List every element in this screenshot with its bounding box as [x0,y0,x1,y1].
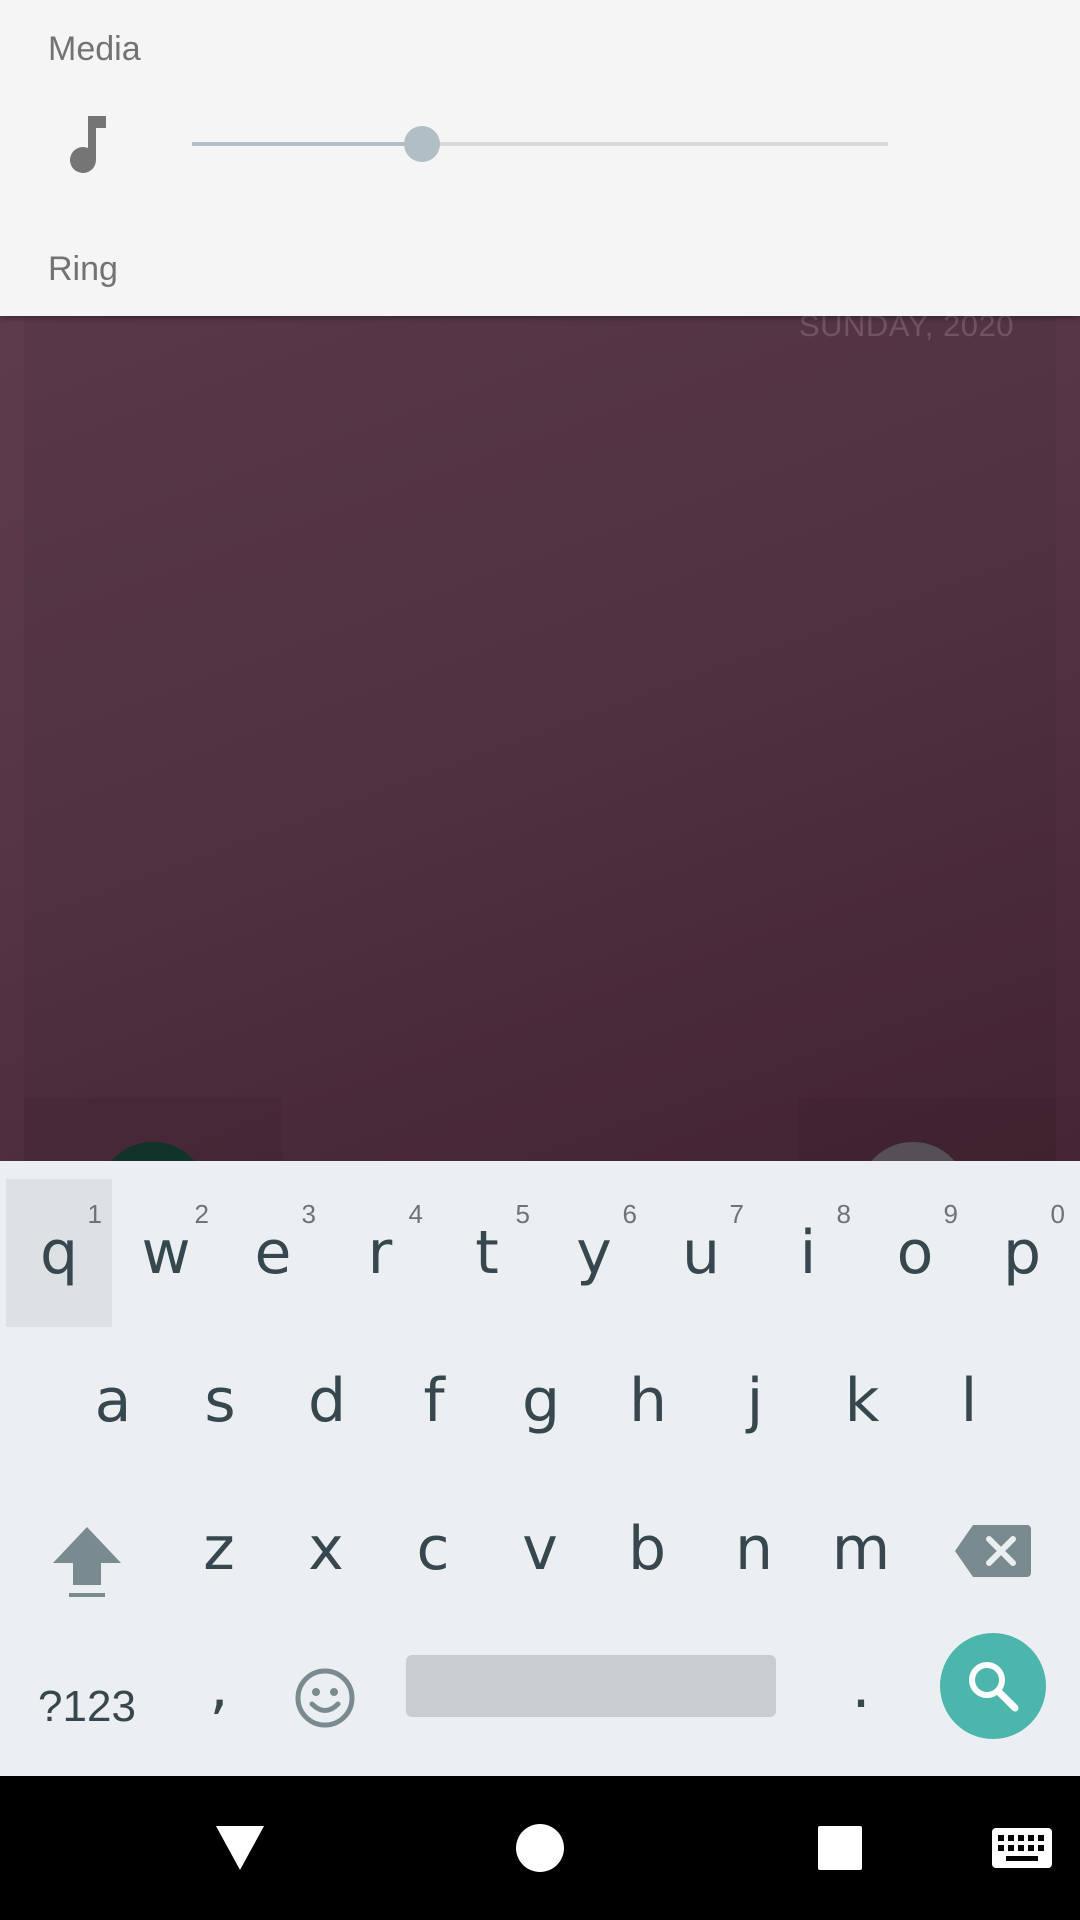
key-w[interactable]: 2w [113,1179,219,1327]
search-key[interactable] [940,1633,1046,1739]
recents-button[interactable] [804,1812,876,1884]
period-key[interactable]: . [808,1623,914,1771]
key-label: n [734,1514,774,1584]
key-label: j [746,1366,764,1436]
key-g[interactable]: g [488,1327,594,1475]
key-label: e [254,1218,292,1288]
backspace-icon [955,1525,1031,1577]
key-label: k [844,1366,880,1436]
keyboard: 1q2w3e4r5t6y7u8i9o0p a s d f gh j k l z x c vbnm ?… [0,1161,1080,1776]
key-e[interactable]: 3e [220,1179,326,1327]
key-label: y [576,1218,612,1288]
slider-thumb[interactable] [403,126,440,162]
key-c[interactable]: c [380,1475,486,1623]
key-r[interactable]: 4r [327,1179,433,1327]
key-x[interactable]: x [273,1475,379,1623]
date-text: SUNDAY, 2020 [798,316,1014,343]
navigation-bar [0,1776,1080,1920]
key-label: d [307,1366,347,1436]
key-h[interactable]: h [595,1327,701,1475]
key-label: t [475,1218,499,1288]
shift-key[interactable] [34,1475,140,1623]
key-b[interactable]: b [594,1475,700,1623]
shift-icon [53,1527,121,1597]
key-l[interactable]: l [916,1327,1022,1475]
background-left-action [24,1098,282,1161]
key-q[interactable]: 1q [6,1179,112,1327]
key-label: r [367,1218,393,1288]
emoji-key[interactable] [272,1623,378,1771]
media-volume-label: Media [48,30,141,68]
ring-volume-label: Ring [48,250,118,288]
media-volume-slider[interactable] [192,124,888,164]
key-label: w [141,1218,191,1288]
key-n[interactable]: n [701,1475,807,1623]
music-note-icon[interactable] [62,114,110,178]
search-icon [969,1662,1019,1712]
background-panel [24,316,1056,1161]
key-label: v [522,1514,558,1584]
key-u[interactable]: 7u [648,1179,754,1327]
spacebar[interactable] [406,1655,776,1717]
key-label: i [799,1218,817,1288]
key-label: p [1002,1218,1042,1288]
backspace-key[interactable] [940,1475,1046,1623]
key-label: b [627,1514,667,1584]
key-label: m [831,1514,891,1584]
background-right-action [798,1098,1056,1161]
key-label: c [416,1514,450,1584]
key-p[interactable]: 0p [969,1179,1075,1327]
key-label: l [960,1366,978,1436]
home-button[interactable] [504,1812,576,1884]
comma-key-label: , [209,1652,229,1722]
keyboard-switch-button[interactable] [982,1812,1062,1884]
key-f[interactable]: f [381,1327,487,1475]
key-label: q [39,1218,79,1288]
key-z[interactable]: z [166,1475,272,1623]
key-label: x [308,1514,344,1584]
key-label: o [896,1218,934,1288]
key-label: u [681,1218,721,1288]
key-a[interactable]: a [60,1327,166,1475]
symbols-key[interactable]: ?123 [34,1623,140,1771]
recents-icon [818,1826,862,1870]
key-y[interactable]: 6y [541,1179,647,1327]
key-label: s [204,1366,236,1436]
key-t[interactable]: 5t [434,1179,540,1327]
key-label: h [628,1366,668,1436]
key-label: f [423,1366,445,1436]
key-m[interactable]: m [808,1475,914,1623]
symbols-key-label: ?123 [38,1682,136,1731]
background-app: SUNDAY, 2020 [0,316,1080,1161]
key-d[interactable]: d [274,1327,380,1475]
key-s[interactable]: s [167,1327,273,1475]
emoji-icon [295,1668,355,1728]
comma-key[interactable]: , [166,1623,272,1771]
slider-fill [192,142,422,146]
key-label: a [94,1366,132,1436]
period-key-label: . [851,1652,871,1722]
keyboard-switch-icon [992,1828,1052,1868]
back-button[interactable] [204,1812,276,1884]
key-i[interactable]: 8i [755,1179,861,1327]
key-k[interactable]: k [809,1327,915,1475]
key-o[interactable]: 9o [862,1179,968,1327]
key-label: g [521,1366,561,1436]
key-j[interactable]: j [702,1327,808,1475]
back-icon [216,1826,264,1870]
home-icon [516,1824,564,1872]
volume-panel: Media Ring [0,0,1080,316]
key-label: z [203,1514,235,1584]
key-v[interactable]: v [487,1475,593,1623]
